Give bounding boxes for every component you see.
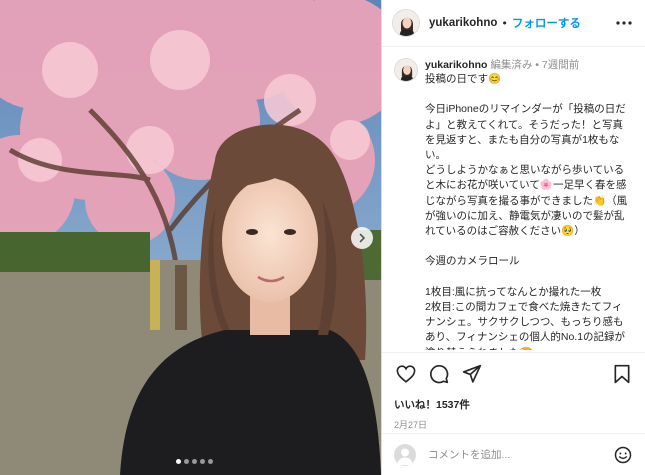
avatar[interactable] bbox=[392, 9, 420, 37]
share-button[interactable] bbox=[460, 362, 484, 386]
author-username[interactable]: yukarikohno bbox=[429, 17, 497, 29]
carousel-dot bbox=[184, 459, 189, 464]
post-actions: いいね！1537件 2月27日 bbox=[382, 352, 645, 431]
caption-line: 今週のカメラロール bbox=[425, 255, 520, 268]
post-time[interactable]: 7週間前 bbox=[542, 59, 579, 71]
carousel-dots bbox=[176, 459, 213, 464]
caption-line: ​ bbox=[425, 239, 631, 254]
comment-bubble-icon bbox=[430, 365, 449, 384]
more-options-button[interactable] bbox=[613, 15, 635, 31]
post-date: 2月27日 bbox=[394, 420, 428, 430]
carousel-dot bbox=[200, 459, 205, 464]
comment-button[interactable] bbox=[427, 362, 451, 386]
emoji-button[interactable] bbox=[612, 444, 634, 466]
caption-line: ​ bbox=[425, 87, 631, 102]
post-photo[interactable] bbox=[0, 0, 381, 475]
carousel-dot bbox=[192, 459, 197, 464]
photo-image bbox=[0, 0, 381, 475]
paper-plane-icon bbox=[462, 364, 482, 383]
like-button[interactable] bbox=[394, 362, 418, 386]
comment-input[interactable] bbox=[428, 448, 612, 461]
post-header: yukarikohno • フォローする bbox=[382, 0, 645, 47]
carousel-dot bbox=[208, 459, 213, 464]
caption-line: 今日iPhoneのリマインダーが「投稿の日だよ」と教えてくれて。そうだった！と写… bbox=[425, 103, 626, 162]
caption-meta: yukarikohno 編集済み • 7週間前 bbox=[425, 58, 631, 72]
bookmark-icon bbox=[614, 364, 630, 384]
separator-dot: • bbox=[535, 59, 539, 71]
caption-username[interactable]: yukarikohno bbox=[425, 59, 487, 71]
caption-line: 2枚目:この間カフェで食べた焼きたてフィナンシェ。サクサクしつつ、もっちり感もあ… bbox=[425, 301, 626, 350]
post-side-panel: yukarikohno • フォローする yukarikohno 編集済み • … bbox=[381, 0, 645, 475]
carousel-dot bbox=[176, 459, 181, 464]
save-button[interactable] bbox=[610, 362, 634, 386]
smiley-icon bbox=[614, 446, 632, 463]
caption-avatar[interactable] bbox=[394, 58, 418, 82]
chevron-right-icon bbox=[359, 233, 366, 243]
separator-dot: • bbox=[501, 16, 508, 30]
caption-line: 投稿の日です😊 bbox=[425, 73, 502, 85]
likes-count[interactable]: いいね！1537件 bbox=[394, 397, 634, 412]
follow-button[interactable]: フォローする bbox=[512, 15, 581, 31]
caption-line: どうしようかなぁと思いながら歩いていると木にお花が咲いていて🌸一足早く春を感じな… bbox=[425, 164, 628, 238]
heart-icon bbox=[396, 365, 416, 383]
post-caption: yukarikohno 編集済み • 7週間前 投稿の日です😊 ​ 今日iPho… bbox=[382, 48, 645, 350]
edited-label: 編集済み bbox=[490, 59, 533, 71]
caption-line: 1枚目:風に抗ってなんとか撮れた一枚 bbox=[425, 285, 602, 298]
comment-bar bbox=[382, 433, 645, 475]
viewer-avatar bbox=[394, 443, 416, 466]
caption-line: ​ bbox=[425, 270, 631, 285]
more-horizontal-icon bbox=[616, 21, 632, 25]
carousel-next-button[interactable] bbox=[351, 227, 373, 249]
